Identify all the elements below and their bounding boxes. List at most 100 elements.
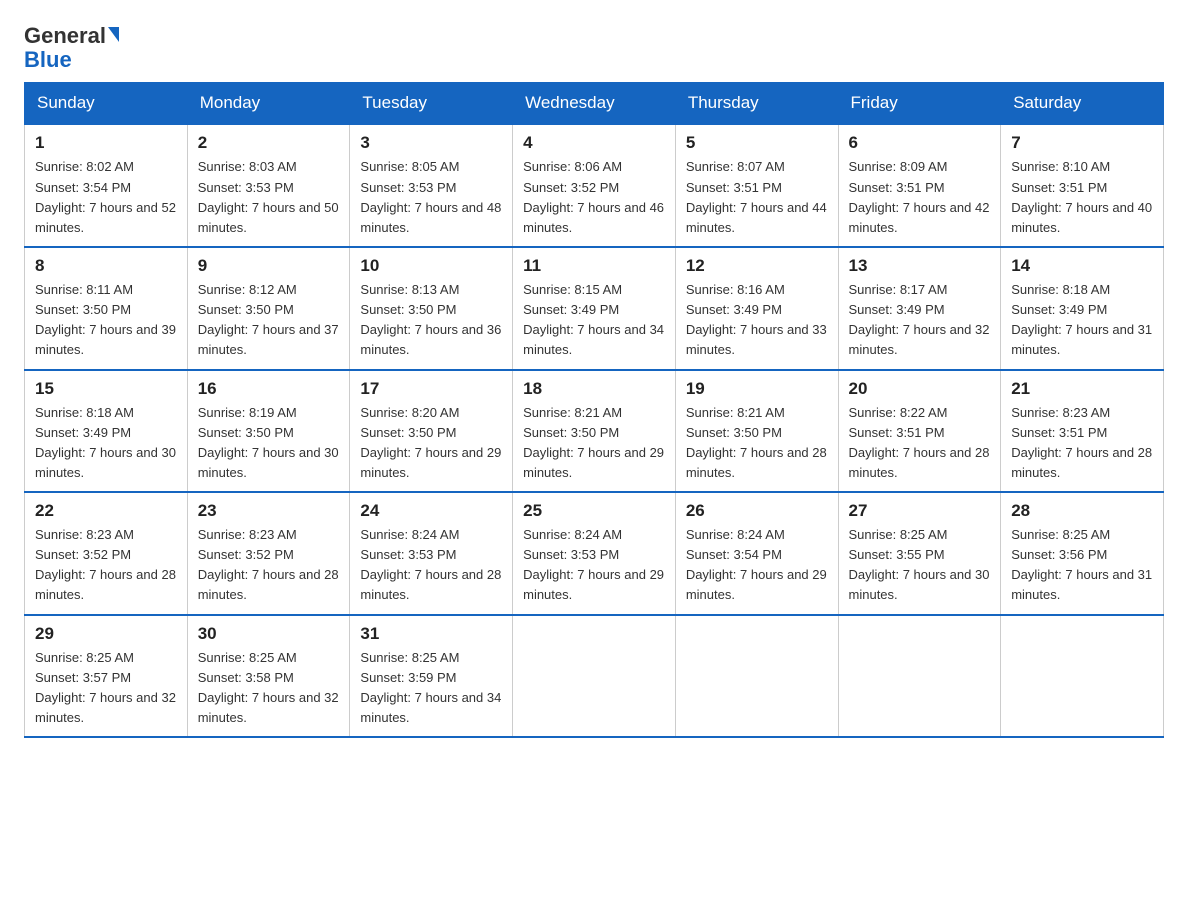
calendar-cell [675, 615, 838, 738]
calendar-cell: 26 Sunrise: 8:24 AMSunset: 3:54 PMDayligh… [675, 492, 838, 615]
day-number: 5 [686, 133, 828, 153]
calendar-cell: 8 Sunrise: 8:11 AMSunset: 3:50 PMDaylight… [25, 247, 188, 370]
day-info: Sunrise: 8:23 AMSunset: 3:52 PMDaylight:… [198, 525, 340, 606]
day-number: 3 [360, 133, 502, 153]
logo-arrow-icon [108, 27, 119, 42]
day-number: 13 [849, 256, 991, 276]
calendar-cell: 14 Sunrise: 8:18 AMSunset: 3:49 PMDayligh… [1001, 247, 1164, 370]
day-number: 19 [686, 379, 828, 399]
day-info: Sunrise: 8:25 AMSunset: 3:59 PMDaylight:… [360, 648, 502, 729]
day-info: Sunrise: 8:12 AMSunset: 3:50 PMDaylight:… [198, 280, 340, 361]
calendar-cell: 29Sunrise: 8:25 AMSunset: 3:57 PMDayligh… [25, 615, 188, 738]
calendar-cell: 18 Sunrise: 8:21 AMSunset: 3:50 PMDayligh… [513, 370, 676, 493]
logo: General Blue [24, 24, 119, 72]
day-info: Sunrise: 8:17 AMSunset: 3:49 PMDaylight:… [849, 280, 991, 361]
day-info: Sunrise: 8:05 AMSunset: 3:53 PMDaylight:… [360, 157, 502, 238]
calendar-cell: 13 Sunrise: 8:17 AMSunset: 3:49 PMDayligh… [838, 247, 1001, 370]
calendar-header-row: SundayMondayTuesdayWednesdayThursdayFrid… [25, 83, 1164, 125]
page-header: General Blue [24, 24, 1164, 72]
day-number: 14 [1011, 256, 1153, 276]
week-row-4: 22Sunrise: 8:23 AMSunset: 3:52 PMDayligh… [25, 492, 1164, 615]
week-row-5: 29Sunrise: 8:25 AMSunset: 3:57 PMDayligh… [25, 615, 1164, 738]
day-info: Sunrise: 8:07 AMSunset: 3:51 PMDaylight:… [686, 157, 828, 238]
calendar-cell: 31 Sunrise: 8:25 AMSunset: 3:59 PMDayligh… [350, 615, 513, 738]
calendar-cell: 30 Sunrise: 8:25 AMSunset: 3:58 PMDayligh… [187, 615, 350, 738]
calendar-cell: 4 Sunrise: 8:06 AMSunset: 3:52 PMDaylight… [513, 124, 676, 247]
day-info: Sunrise: 8:22 AMSunset: 3:51 PMDaylight:… [849, 403, 991, 484]
calendar-cell: 5 Sunrise: 8:07 AMSunset: 3:51 PMDaylight… [675, 124, 838, 247]
calendar-cell: 19 Sunrise: 8:21 AMSunset: 3:50 PMDayligh… [675, 370, 838, 493]
column-header-tuesday: Tuesday [350, 83, 513, 125]
day-number: 1 [35, 133, 177, 153]
day-number: 26 [686, 501, 828, 521]
day-info: Sunrise: 8:16 AMSunset: 3:49 PMDaylight:… [686, 280, 828, 361]
day-number: 8 [35, 256, 177, 276]
day-info: Sunrise: 8:24 AMSunset: 3:53 PMDaylight:… [523, 525, 665, 606]
day-info: Sunrise: 8:11 AMSunset: 3:50 PMDaylight:… [35, 280, 177, 361]
day-number: 27 [849, 501, 991, 521]
calendar-cell: 21 Sunrise: 8:23 AMSunset: 3:51 PMDayligh… [1001, 370, 1164, 493]
day-number: 15 [35, 379, 177, 399]
day-info: Sunrise: 8:21 AMSunset: 3:50 PMDaylight:… [686, 403, 828, 484]
calendar-cell: 11 Sunrise: 8:15 AMSunset: 3:49 PMDayligh… [513, 247, 676, 370]
day-number: 6 [849, 133, 991, 153]
calendar-cell: 17 Sunrise: 8:20 AMSunset: 3:50 PMDayligh… [350, 370, 513, 493]
calendar-cell: 12 Sunrise: 8:16 AMSunset: 3:49 PMDayligh… [675, 247, 838, 370]
calendar-cell: 27Sunrise: 8:25 AMSunset: 3:55 PMDayligh… [838, 492, 1001, 615]
day-number: 4 [523, 133, 665, 153]
logo-blue-text: Blue [24, 47, 72, 72]
day-info: Sunrise: 8:23 AMSunset: 3:51 PMDaylight:… [1011, 403, 1153, 484]
day-number: 17 [360, 379, 502, 399]
column-header-friday: Friday [838, 83, 1001, 125]
day-number: 9 [198, 256, 340, 276]
column-header-wednesday: Wednesday [513, 83, 676, 125]
week-row-1: 1 Sunrise: 8:02 AMSunset: 3:54 PMDaylight… [25, 124, 1164, 247]
day-info: Sunrise: 8:03 AMSunset: 3:53 PMDaylight:… [198, 157, 340, 238]
day-number: 25 [523, 501, 665, 521]
day-info: Sunrise: 8:23 AMSunset: 3:52 PMDaylight:… [35, 525, 177, 606]
calendar-cell: 24Sunrise: 8:24 AMSunset: 3:53 PMDayligh… [350, 492, 513, 615]
day-number: 2 [198, 133, 340, 153]
calendar-cell: 3 Sunrise: 8:05 AMSunset: 3:53 PMDaylight… [350, 124, 513, 247]
column-header-thursday: Thursday [675, 83, 838, 125]
week-row-3: 15 Sunrise: 8:18 AMSunset: 3:49 PMDayligh… [25, 370, 1164, 493]
day-info: Sunrise: 8:10 AMSunset: 3:51 PMDaylight:… [1011, 157, 1153, 238]
day-info: Sunrise: 8:09 AMSunset: 3:51 PMDaylight:… [849, 157, 991, 238]
day-info: Sunrise: 8:18 AMSunset: 3:49 PMDaylight:… [1011, 280, 1153, 361]
calendar-cell: 23Sunrise: 8:23 AMSunset: 3:52 PMDayligh… [187, 492, 350, 615]
day-number: 31 [360, 624, 502, 644]
calendar-cell [1001, 615, 1164, 738]
calendar-cell: 2 Sunrise: 8:03 AMSunset: 3:53 PMDaylight… [187, 124, 350, 247]
day-info: Sunrise: 8:25 AMSunset: 3:58 PMDaylight:… [198, 648, 340, 729]
calendar-cell: 10 Sunrise: 8:13 AMSunset: 3:50 PMDayligh… [350, 247, 513, 370]
day-number: 7 [1011, 133, 1153, 153]
day-number: 30 [198, 624, 340, 644]
day-info: Sunrise: 8:13 AMSunset: 3:50 PMDaylight:… [360, 280, 502, 361]
day-info: Sunrise: 8:20 AMSunset: 3:50 PMDaylight:… [360, 403, 502, 484]
calendar-cell: 9 Sunrise: 8:12 AMSunset: 3:50 PMDaylight… [187, 247, 350, 370]
day-info: Sunrise: 8:21 AMSunset: 3:50 PMDaylight:… [523, 403, 665, 484]
calendar-cell: 22Sunrise: 8:23 AMSunset: 3:52 PMDayligh… [25, 492, 188, 615]
calendar-cell [513, 615, 676, 738]
calendar-cell: 7 Sunrise: 8:10 AMSunset: 3:51 PMDaylight… [1001, 124, 1164, 247]
day-number: 29 [35, 624, 177, 644]
day-number: 20 [849, 379, 991, 399]
day-number: 12 [686, 256, 828, 276]
calendar-cell: 15 Sunrise: 8:18 AMSunset: 3:49 PMDayligh… [25, 370, 188, 493]
column-header-sunday: Sunday [25, 83, 188, 125]
calendar-cell: 25 Sunrise: 8:24 AMSunset: 3:53 PMDayligh… [513, 492, 676, 615]
day-number: 18 [523, 379, 665, 399]
day-info: Sunrise: 8:18 AMSunset: 3:49 PMDaylight:… [35, 403, 177, 484]
day-info: Sunrise: 8:24 AMSunset: 3:54 PMDaylight:… [686, 525, 828, 606]
calendar-cell: 28Sunrise: 8:25 AMSunset: 3:56 PMDayligh… [1001, 492, 1164, 615]
day-number: 11 [523, 256, 665, 276]
day-info: Sunrise: 8:15 AMSunset: 3:49 PMDaylight:… [523, 280, 665, 361]
calendar-cell: 16 Sunrise: 8:19 AMSunset: 3:50 PMDayligh… [187, 370, 350, 493]
day-number: 10 [360, 256, 502, 276]
day-number: 16 [198, 379, 340, 399]
day-info: Sunrise: 8:06 AMSunset: 3:52 PMDaylight:… [523, 157, 665, 238]
day-info: Sunrise: 8:25 AMSunset: 3:56 PMDaylight:… [1011, 525, 1153, 606]
day-info: Sunrise: 8:02 AMSunset: 3:54 PMDaylight:… [35, 157, 177, 238]
day-number: 21 [1011, 379, 1153, 399]
day-info: Sunrise: 8:19 AMSunset: 3:50 PMDaylight:… [198, 403, 340, 484]
